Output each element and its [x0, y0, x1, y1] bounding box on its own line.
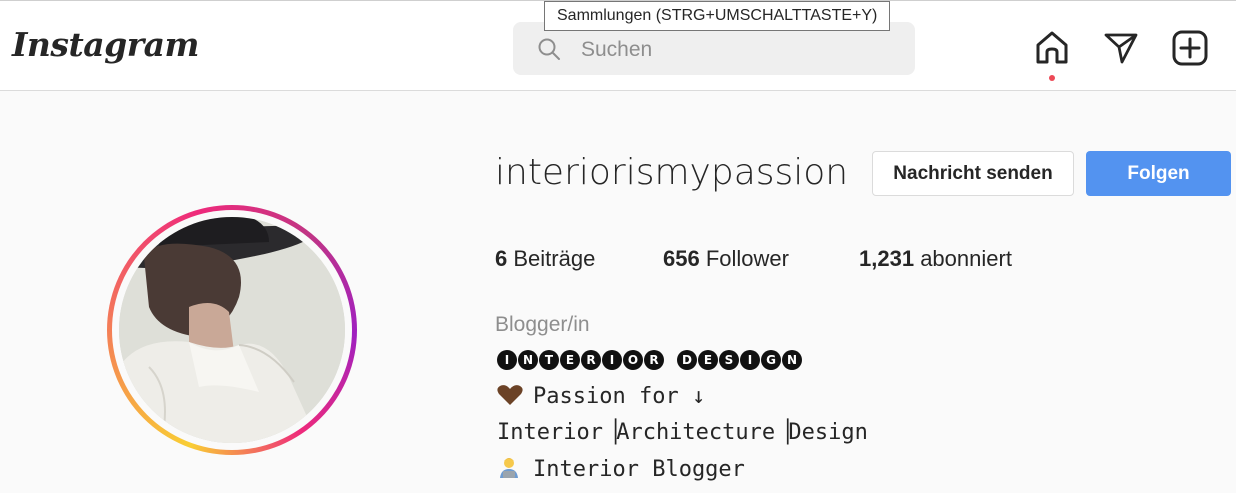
- following-count: 1,231: [859, 246, 915, 271]
- bio-title-line: INTERIORDESIGN: [497, 347, 803, 372]
- bio-circled-letter: G: [761, 350, 781, 370]
- bio-line-topics: Interior▕Architecture▕Design: [497, 420, 868, 445]
- bio-circled-letter: E: [698, 350, 718, 370]
- bio-passion-text: Passion for ↓: [533, 384, 706, 409]
- bio-title-word-interior: INTERIOR: [497, 347, 665, 372]
- following-label: abonniert: [920, 246, 1012, 271]
- home-icon[interactable]: [1033, 29, 1071, 67]
- bio-circled-letter: E: [560, 350, 580, 370]
- posts-label: Beiträge: [513, 246, 596, 271]
- bio-circled-letter: R: [581, 350, 601, 370]
- avatar-photo: [119, 217, 345, 443]
- instagram-logo[interactable]: Instagram: [12, 25, 199, 64]
- bio-blogger-text: Interior Blogger: [533, 457, 745, 482]
- search-input[interactable]: [579, 34, 903, 66]
- follow-button[interactable]: Folgen: [1086, 151, 1231, 196]
- bio-circled-letter: R: [644, 350, 664, 370]
- stat-following[interactable]: 1,231 abonniert: [859, 246, 1012, 272]
- send-message-button[interactable]: Nachricht senden: [872, 151, 1074, 196]
- profile-username: interiorismypassion: [495, 152, 849, 193]
- bio-circled-letter: I: [497, 350, 517, 370]
- bio-circled-letter: I: [602, 350, 622, 370]
- bio-line-blogger: Interior Blogger: [497, 456, 745, 482]
- profile-category: Blogger/in: [495, 313, 590, 336]
- bio-circled-letter: N: [782, 350, 802, 370]
- stat-posts: 6 Beiträge: [495, 246, 595, 272]
- profile-avatar[interactable]: [119, 217, 345, 443]
- bio-circled-letter: I: [740, 350, 760, 370]
- stat-followers[interactable]: 656 Follower: [663, 246, 789, 272]
- notification-dot: [1049, 75, 1055, 81]
- technologist-icon: [500, 458, 518, 478]
- followers-label: Follower: [705, 246, 789, 271]
- brown-heart-icon: [497, 385, 523, 405]
- bio-circled-letter: T: [539, 350, 559, 370]
- bio-line-passion: Passion for ↓: [497, 384, 705, 409]
- bio-circled-letter: N: [518, 350, 538, 370]
- bio-circled-letter: D: [677, 350, 697, 370]
- new-post-icon[interactable]: [1171, 29, 1209, 67]
- posts-count: 6: [495, 246, 508, 271]
- profile-avatar-story-ring[interactable]: [107, 205, 357, 455]
- direct-send-icon[interactable]: [1102, 29, 1140, 67]
- bio-circled-letter: O: [623, 350, 643, 370]
- collections-tooltip: Sammlungen (STRG+UMSCHALTTASTE+Y): [544, 1, 891, 31]
- bio-title-word-design: DESIGN: [677, 347, 803, 372]
- followers-count: 656: [663, 246, 700, 271]
- search-icon: [538, 38, 560, 60]
- bio-circled-letter: S: [719, 350, 739, 370]
